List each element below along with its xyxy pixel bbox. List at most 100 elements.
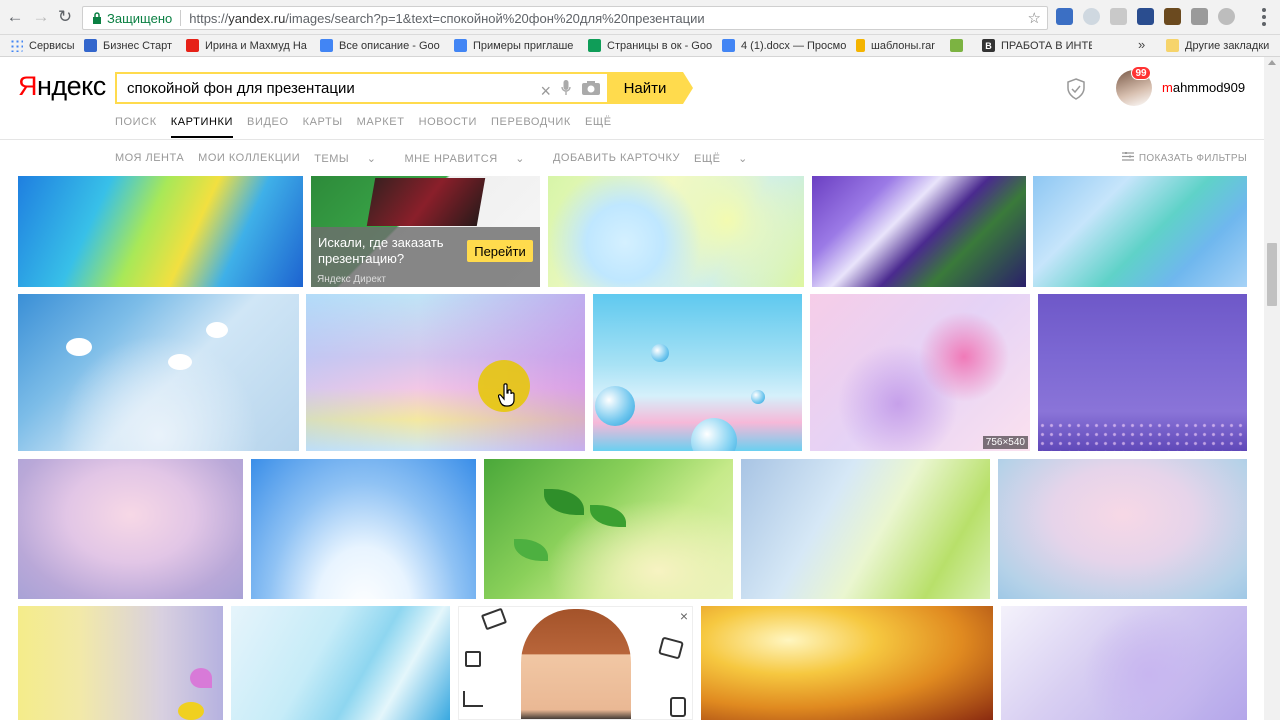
image-size-label: 756×540 <box>982 436 1028 449</box>
gradient-overlay <box>306 294 585 451</box>
shield-extension-icon[interactable] <box>1137 8 1154 25</box>
image-result[interactable] <box>812 176 1026 287</box>
image-result[interactable] <box>701 606 993 720</box>
image-result[interactable] <box>18 294 299 451</box>
chevron-down-icon: ⌄ <box>363 153 377 165</box>
address-bar[interactable]: Защищено https://yandex.ru/images/search… <box>82 6 1048 30</box>
scrollbar-thumb[interactable] <box>1267 243 1277 306</box>
service-tab-news[interactable]: НОВОСТИ <box>419 116 477 128</box>
image-result[interactable] <box>593 294 802 451</box>
scroll-up-arrow-icon[interactable] <box>1268 60 1276 65</box>
bookmark-star-icon[interactable]: ☆ <box>1028 9 1041 27</box>
bookmark-item[interactable]: Ирина и Махмуд На <box>186 39 310 52</box>
puzzle-extension-icon[interactable] <box>1110 8 1127 25</box>
search-button[interactable]: Найти <box>607 72 693 104</box>
image-result[interactable] <box>741 459 990 599</box>
letter-b-icon: B <box>982 39 995 52</box>
leaf-shape <box>544 489 584 515</box>
bookmark-item[interactable]: шаблоны.rar <box>856 39 940 52</box>
subnav-themes-label: ТЕМЫ <box>314 153 350 165</box>
service-tab-search[interactable]: ПОИСК <box>115 116 157 128</box>
skype-extension-icon[interactable] <box>1083 8 1100 25</box>
wallet-icon <box>658 636 684 660</box>
bookmark-label: Бизнес Старт <box>103 39 173 52</box>
search-input[interactable] <box>127 79 527 97</box>
protect-shield-icon[interactable] <box>1066 78 1086 100</box>
bubble-shape <box>691 418 737 451</box>
other-bookmarks[interactable]: Другие закладки <box>1166 39 1269 52</box>
subnav-themes[interactable]: ТЕМЫ ⌄ <box>314 152 390 165</box>
service-tab-market[interactable]: МАРКЕТ <box>357 116 405 128</box>
subnav-add-card[interactable]: ДОБАВИТЬ КАРТОЧКУ <box>553 152 680 165</box>
hand-cursor-icon <box>497 383 516 413</box>
page-scrollbar[interactable] <box>1264 57 1280 720</box>
bookmark-item[interactable]: B ПРАБОТА В ИНТЕРН <box>982 39 1092 52</box>
image-result[interactable] <box>1033 176 1247 287</box>
url-path: /images/search?p=1&text=спокойной%20фон%… <box>285 10 705 26</box>
bookmark-item[interactable]: Бизнес Старт <box>84 39 176 52</box>
url-host: yandex.ru <box>228 10 286 26</box>
services-nav: ПОИСК КАРТИНКИ ВИДЕО КАРТЫ МАРКЕТ НОВОСТ… <box>115 116 626 138</box>
leaf-shape <box>514 539 548 561</box>
image-result[interactable] <box>484 459 733 599</box>
chevron-down-icon: ⌄ <box>734 153 748 165</box>
close-icon[interactable]: × <box>680 608 688 624</box>
service-tab-maps[interactable]: КАРТЫ <box>303 116 343 128</box>
docs-icon <box>454 39 467 52</box>
header-divider <box>0 139 1280 140</box>
image-result[interactable] <box>231 606 450 720</box>
service-tab-video[interactable]: ВИДЕО <box>247 116 289 128</box>
image-result[interactable] <box>18 606 223 720</box>
back-arrow-icon[interactable]: ← <box>6 7 24 26</box>
microphone-icon[interactable] <box>561 80 571 101</box>
service-tab-images[interactable]: КАРТИНКИ <box>170 116 234 138</box>
service-tab-more[interactable]: ЕЩЁ <box>585 116 612 128</box>
image-result[interactable] <box>18 459 243 599</box>
image-result[interactable] <box>548 176 804 287</box>
url-separator <box>180 10 182 26</box>
subnav-liked[interactable]: МНЕ НРАВИТСЯ ⌄ <box>404 152 539 165</box>
chrome-menu-icon[interactable] <box>1262 8 1266 26</box>
subnav-my-feed[interactable]: МОЯ ЛЕНТА <box>115 152 184 165</box>
image-result[interactable] <box>251 459 476 599</box>
ad-image <box>366 178 486 226</box>
picture-extension-icon[interactable] <box>1164 8 1181 25</box>
bookmark-label: Страницы в ок - Goo <box>607 39 712 52</box>
ad-go-button[interactable]: Перейти <box>467 240 533 262</box>
forward-arrow-icon[interactable]: → <box>32 7 50 26</box>
file-icon <box>856 39 865 52</box>
reload-icon[interactable]: ↻ <box>56 7 74 26</box>
bookmark-item[interactable]: Все описание - Goo <box>320 39 444 52</box>
notification-badge[interactable]: 99 <box>1131 66 1151 80</box>
image-result[interactable] <box>1038 294 1247 451</box>
url-text[interactable]: https://yandex.ru/images/search?p=1&text… <box>189 11 704 26</box>
image-result[interactable] <box>1001 606 1247 720</box>
bookmark-item[interactable]: Примеры приглаше <box>454 39 578 52</box>
subnav-my-collections[interactable]: МОИ КОЛЛЕКЦИИ <box>198 152 300 165</box>
username[interactable]: mahmmod909 <box>1162 80 1245 95</box>
ad-banner[interactable]: Искали, где заказать презентацию? Перейт… <box>311 176 540 287</box>
bookmark-item[interactable] <box>950 39 972 52</box>
bookmark-favicon-icon <box>84 39 97 52</box>
inbox-extension-icon[interactable] <box>1191 8 1208 25</box>
username-first-letter: m <box>1162 80 1173 95</box>
ad-banner[interactable]: × <box>458 606 693 720</box>
image-result[interactable] <box>18 176 303 287</box>
camera-icon[interactable] <box>581 80 601 101</box>
bookmark-item[interactable]: Страницы в ок - Goo <box>588 39 712 52</box>
flower-shape <box>178 702 204 720</box>
bookmark-item[interactable]: 4 (1).docx — Просмо <box>722 39 846 52</box>
image-result[interactable] <box>306 294 585 451</box>
clear-icon[interactable]: × <box>540 82 551 100</box>
show-filters-button[interactable]: ПОКАЗАТЬ ФИЛЬТРЫ <box>1121 152 1247 164</box>
service-tab-translator[interactable]: ПЕРЕВОДЧИК <box>491 116 571 128</box>
yandex-logo[interactable]: Яндекс <box>18 71 106 102</box>
bookmarks-overflow-button[interactable]: » <box>1138 37 1145 52</box>
image-result[interactable]: 756×540 <box>810 294 1030 451</box>
subnav-more[interactable]: ЕЩЁ ⌄ <box>694 152 762 165</box>
image-result[interactable] <box>998 459 1247 599</box>
profile-extension-icon[interactable] <box>1218 8 1235 25</box>
show-filters-label: ПОКАЗАТЬ ФИЛЬТРЫ <box>1138 152 1247 164</box>
home-extension-icon[interactable] <box>1056 8 1073 25</box>
bookmark-item[interactable]: Сервисы <box>10 39 74 52</box>
